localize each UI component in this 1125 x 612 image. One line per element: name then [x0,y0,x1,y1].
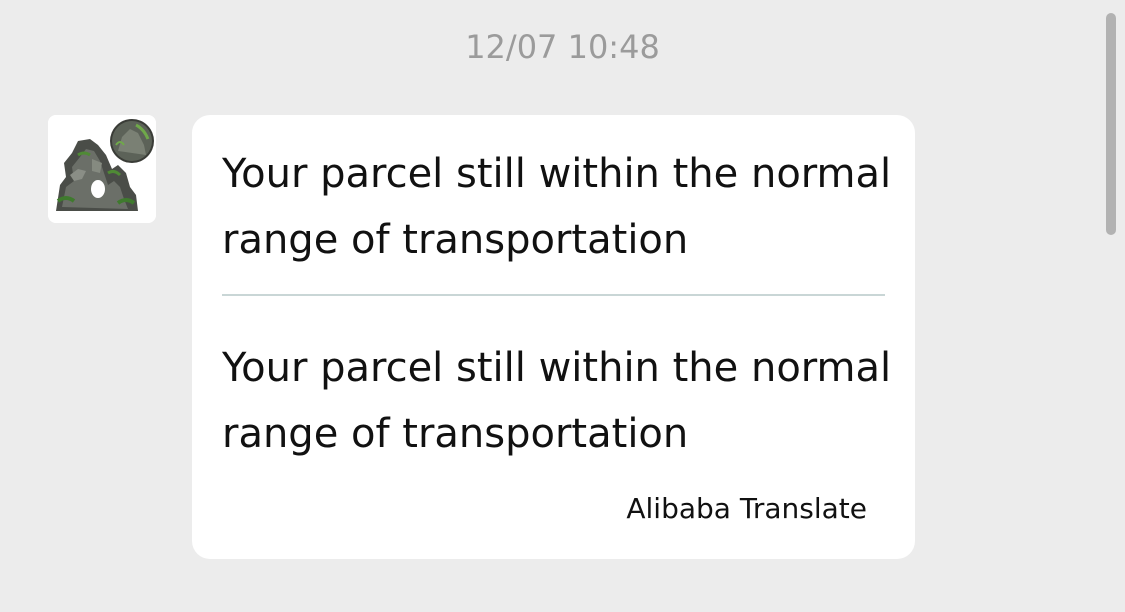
message-timestamp: 12/07 10:48 [465,28,660,66]
original-message-text: Your parcel still within the normal rang… [222,151,892,263]
message-bubble[interactable]: Your parcel still within the normal rang… [192,115,915,559]
vertical-scrollbar[interactable] [1106,13,1116,235]
aquarium-rock-icon [48,115,156,223]
translated-message-text: Your parcel still within the normal rang… [222,345,892,457]
translation-credit: Alibaba Translate [626,492,867,525]
sender-avatar[interactable] [48,115,156,223]
translation-divider [222,294,885,296]
